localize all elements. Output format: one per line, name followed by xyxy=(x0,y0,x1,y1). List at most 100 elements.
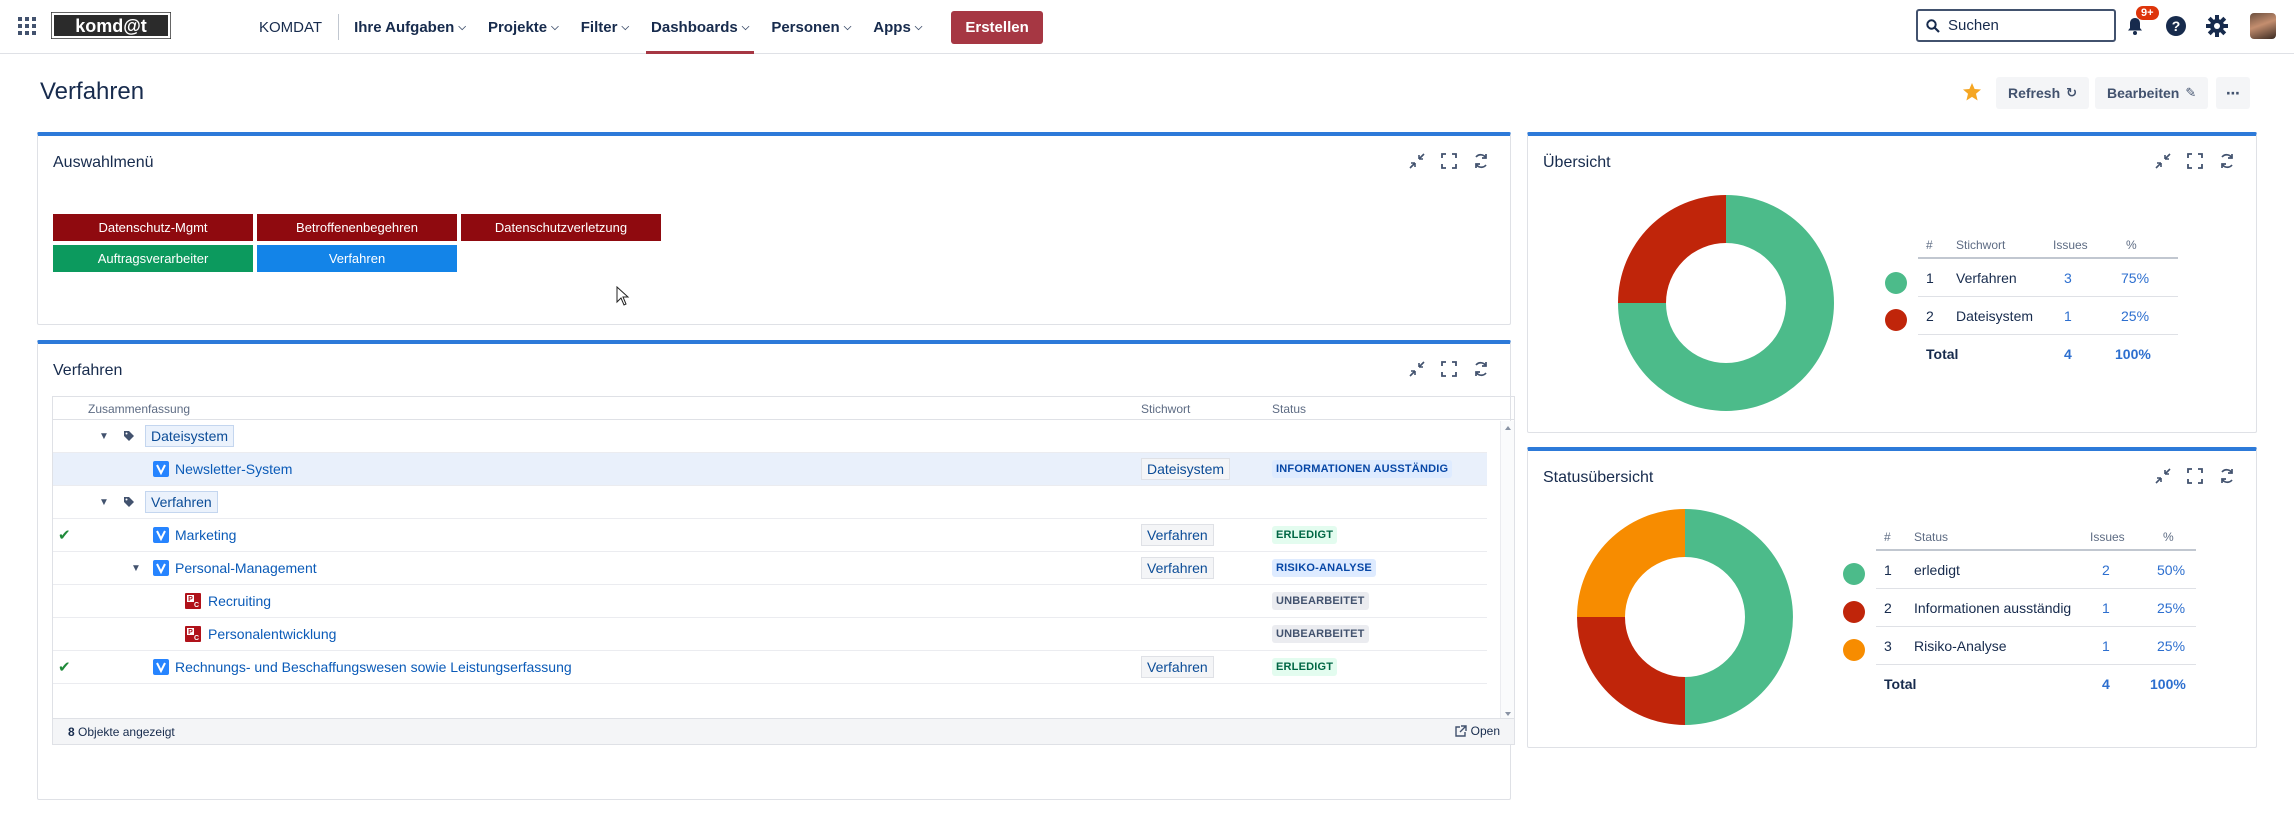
table-row[interactable]: ▼ Personal-Management Verfahren RISIKO-A… xyxy=(53,552,1487,585)
search-field[interactable] xyxy=(1916,9,2116,42)
caret-down-icon[interactable]: ▼ xyxy=(99,497,109,508)
row-issues-link[interactable]: 2 xyxy=(2102,562,2110,578)
more-actions-button[interactable]: ⋯ xyxy=(2216,77,2250,109)
menu-button-datenschutzverletzung[interactable]: Datenschutzverletzung xyxy=(461,214,661,241)
menu-button-auftragsverarbeiter[interactable]: Auftragsverarbeiter xyxy=(53,245,253,272)
settings-button[interactable] xyxy=(2204,13,2230,39)
total-issues[interactable]: 4 xyxy=(2102,676,2110,692)
vertical-scrollbar[interactable] xyxy=(1500,421,1514,721)
donut-slice-dateisystem[interactable] xyxy=(1618,195,1726,303)
minimize-icon[interactable] xyxy=(2154,467,2172,485)
issue-summary-link[interactable]: Marketing xyxy=(175,527,236,543)
refresh-icon[interactable] xyxy=(1472,152,1490,170)
row-issues-link[interactable]: 1 xyxy=(2102,638,2110,654)
column-keyword[interactable]: Stichwort xyxy=(1141,402,1190,416)
legend-row[interactable]: 2 Dateisystem 1 25% xyxy=(1918,297,2178,335)
total-issues[interactable]: 4 xyxy=(2064,346,2072,362)
issue-summary-link[interactable]: Personal-Management xyxy=(175,560,317,576)
row-pct-link[interactable]: 25% xyxy=(2121,308,2149,324)
menu-button-datenschutz-mgmt[interactable]: Datenschutz-Mgmt xyxy=(53,214,253,241)
nav-item-label: Filter xyxy=(580,18,618,36)
nav-item-komdat[interactable]: KOMDAT xyxy=(248,0,338,54)
refresh-icon[interactable] xyxy=(1472,360,1490,378)
total-pct[interactable]: 100% xyxy=(2150,676,2186,692)
keyword-chip[interactable]: Dateisystem xyxy=(1141,458,1231,480)
komdat-logo[interactable]: komd@t xyxy=(51,12,171,39)
group-label[interactable]: Dateisystem xyxy=(145,425,235,447)
nav-item-apps[interactable]: Apps ⌵ xyxy=(862,0,933,54)
legend-row[interactable]: 2 Informationen ausständig 1 25% xyxy=(1876,589,2196,627)
issue-summary-link[interactable]: Personalentwicklung xyxy=(208,626,336,642)
row-issues-link[interactable]: 1 xyxy=(2102,600,2110,616)
issue-summary-link[interactable]: Recruiting xyxy=(208,593,271,609)
donut-slice-erledigt[interactable] xyxy=(1685,509,1793,725)
total-pct[interactable]: 100% xyxy=(2115,346,2151,362)
minimize-icon[interactable] xyxy=(2154,152,2172,170)
nav-item-filter[interactable]: Filter ⌵ xyxy=(570,0,640,54)
donut-slice-informationen-ausständig[interactable] xyxy=(1577,617,1685,725)
row-pct-link[interactable]: 75% xyxy=(2121,270,2149,286)
legend-swatch-dateisystem xyxy=(1885,309,1907,331)
edit-label: Bearbeiten xyxy=(2107,85,2180,101)
legend-row[interactable]: 1 Verfahren 3 75% xyxy=(1918,259,2178,297)
caret-down-icon[interactable]: ▼ xyxy=(131,563,141,574)
maximize-icon[interactable] xyxy=(2186,152,2204,170)
caret-down-icon[interactable]: ▼ xyxy=(99,431,109,442)
maximize-icon[interactable] xyxy=(1440,360,1458,378)
header-pct: % xyxy=(2126,238,2137,252)
create-button[interactable]: Erstellen xyxy=(951,10,1043,44)
legend-total-row: Total 4 100% xyxy=(1876,665,2196,703)
keyword-chip[interactable]: Verfahren xyxy=(1141,557,1214,579)
help-button[interactable]: ? xyxy=(2163,13,2189,39)
search-input[interactable] xyxy=(1946,16,2096,35)
row-name: Risiko-Analyse xyxy=(1914,637,2007,654)
gadget-title: Statusübersicht xyxy=(1543,469,1654,486)
legend-row[interactable]: 1 erledigt 2 50% xyxy=(1876,551,2196,589)
row-name: Dateisystem xyxy=(1956,307,2034,324)
refresh-icon[interactable] xyxy=(2218,467,2236,485)
table-row-group[interactable]: ▼ Dateisystem xyxy=(53,420,1487,453)
edit-button[interactable]: Bearbeiten ✎ xyxy=(2095,77,2209,109)
app-switcher-icon[interactable] xyxy=(18,17,36,35)
legend-table: # Stichwort Issues % 1 Verfahren 3 75% 2… xyxy=(1918,233,2178,373)
minimize-icon[interactable] xyxy=(1408,152,1426,170)
maximize-icon[interactable] xyxy=(1440,152,1458,170)
menu-button-betroffenenbegehren[interactable]: Betroffenenbegehren xyxy=(257,214,457,241)
legend-row[interactable]: 3 Risiko-Analyse 1 25% xyxy=(1876,627,2196,665)
open-link[interactable]: Open xyxy=(1454,724,1500,738)
refresh-icon[interactable] xyxy=(2218,152,2236,170)
issue-type-icon xyxy=(153,527,169,543)
menu-button-verfahren[interactable]: Verfahren xyxy=(257,245,457,272)
table-row[interactable]: PC Recruiting UNBEARBEITET xyxy=(53,585,1487,618)
nav-item-ihre-aufgaben[interactable]: Ihre Aufgaben ⌵ xyxy=(343,0,477,54)
column-summary[interactable]: Zusammenfassung xyxy=(88,402,190,416)
table-row[interactable]: ✔ Marketing Verfahren ERLEDIGT xyxy=(53,519,1487,552)
row-issues-link[interactable]: 1 xyxy=(2064,308,2072,324)
issue-summary-link[interactable]: Rechnungs- und Beschaffungswesen sowie L… xyxy=(175,659,572,675)
nav-item-projekte[interactable]: Projekte ⌵ xyxy=(477,0,570,54)
maximize-icon[interactable] xyxy=(2186,467,2204,485)
user-avatar[interactable] xyxy=(2250,13,2276,39)
table-row[interactable]: Newsletter-System Dateisystem INFORMATIO… xyxy=(53,453,1487,486)
row-issues-link[interactable]: 3 xyxy=(2064,270,2072,286)
minimize-icon[interactable] xyxy=(1408,360,1426,378)
table-row[interactable]: PC Personalentwicklung UNBEARBEITET xyxy=(53,618,1487,651)
row-pct-link[interactable]: 25% xyxy=(2157,600,2185,616)
keyword-chip[interactable]: Verfahren xyxy=(1141,524,1214,546)
star-icon[interactable] xyxy=(1962,82,1982,102)
keyword-chip[interactable]: Verfahren xyxy=(1141,656,1214,678)
nav-item-dashboards[interactable]: Dashboards ⌵ xyxy=(640,0,760,54)
issue-summary-link[interactable]: Newsletter-System xyxy=(175,461,292,477)
row-pct-link[interactable]: 50% xyxy=(2157,562,2185,578)
row-pct-link[interactable]: 25% xyxy=(2157,638,2185,654)
donut-slice-risiko-analyse[interactable] xyxy=(1577,509,1685,617)
group-label[interactable]: Verfahren xyxy=(145,491,218,513)
notifications-button[interactable]: 9+ xyxy=(2122,6,2159,39)
column-status[interactable]: Status xyxy=(1272,402,1306,416)
refresh-button[interactable]: Refresh ↻ xyxy=(1996,77,2090,109)
table-row[interactable]: ✔ Rechnungs- und Beschaffungswesen sowie… xyxy=(53,651,1487,684)
table-row-group[interactable]: ▼ Verfahren xyxy=(53,486,1487,519)
header-num: # xyxy=(1884,530,1891,544)
row-name: Informationen ausständig xyxy=(1914,599,2072,616)
nav-item-personen[interactable]: Personen ⌵ xyxy=(760,0,862,54)
